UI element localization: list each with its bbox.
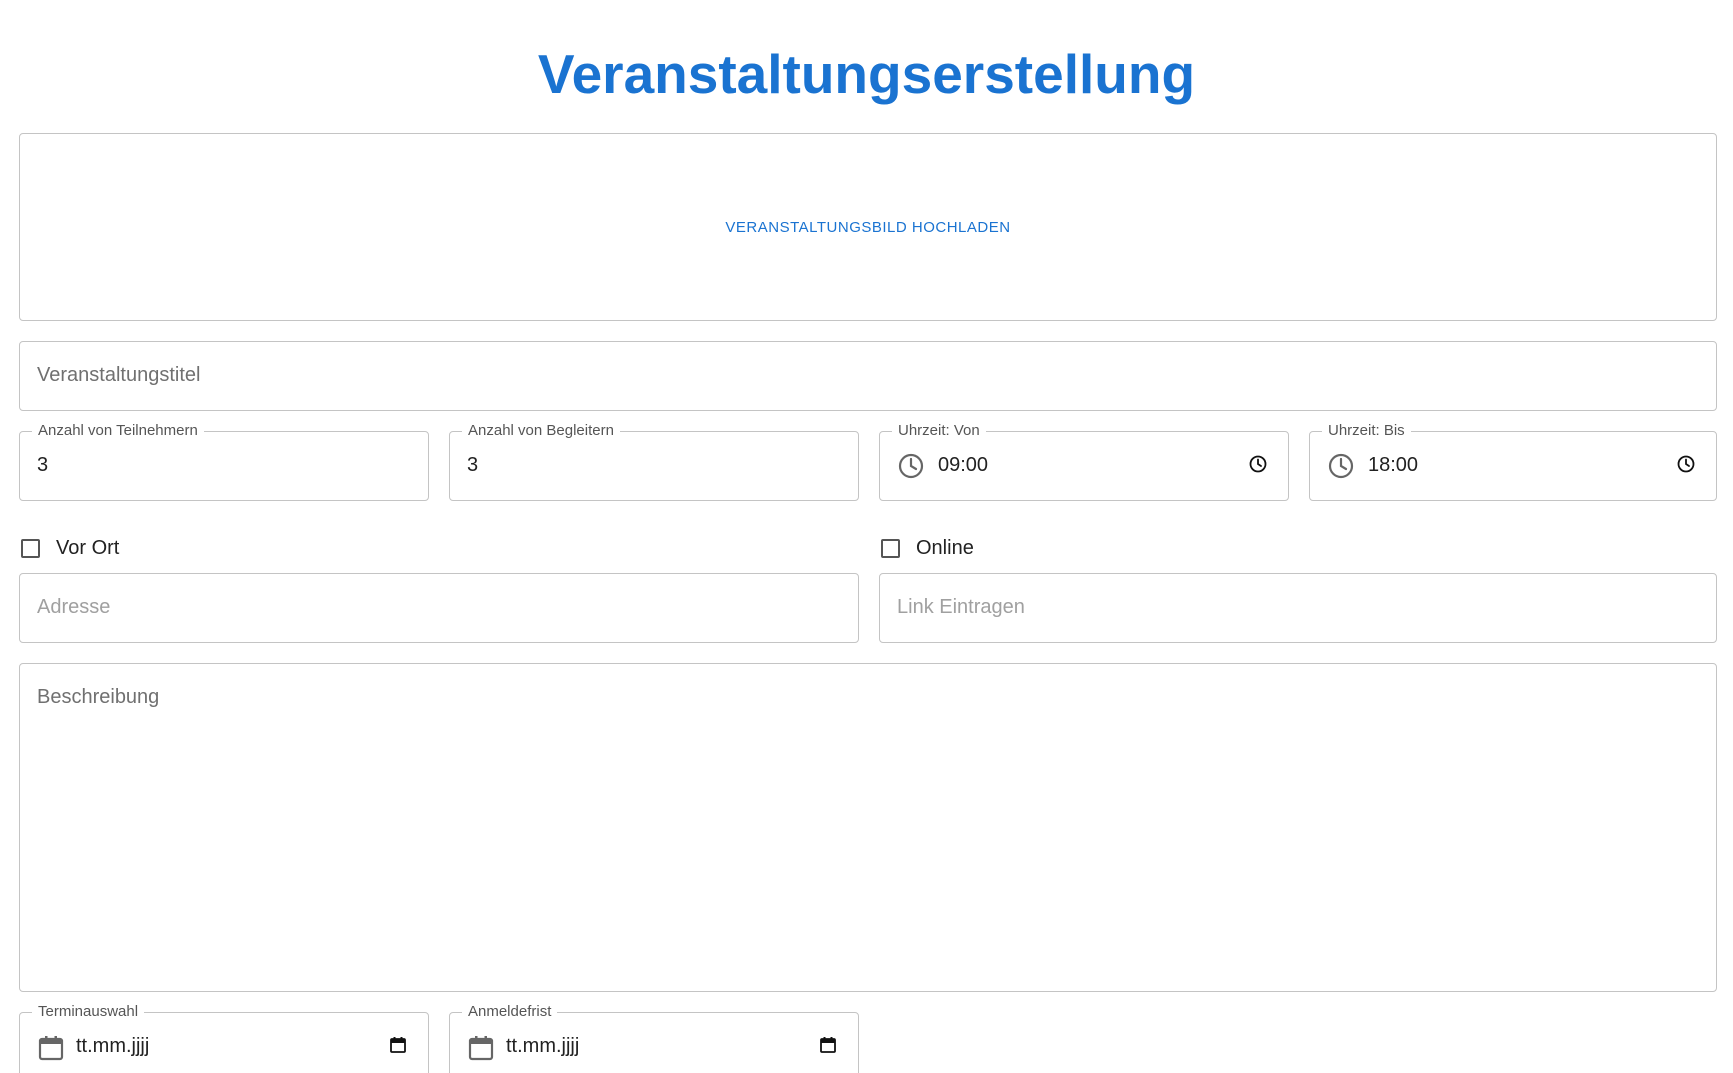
time-to-label: Uhrzeit: Bis	[1322, 422, 1411, 440]
link-field[interactable]: Link Eintragen	[879, 573, 1717, 643]
date-field[interactable]: Terminauswahl tt.mm.jjjj	[19, 1003, 429, 1073]
calendar-small-icon[interactable]	[818, 1035, 838, 1060]
upload-image-button[interactable]: VERANSTALTUNGSBILD HOCHLADEN	[19, 133, 1717, 321]
online-checkbox[interactable]	[881, 538, 900, 558]
time-to-field[interactable]: Uhrzeit: Bis 18:00	[1309, 422, 1717, 501]
online-label: Online	[916, 536, 974, 559]
companions-label: Anzahl von Begleitern	[462, 422, 620, 440]
address-placeholder: Adresse	[37, 596, 111, 618]
description-placeholder: Beschreibung	[37, 686, 160, 708]
companions-field[interactable]: Anzahl von Begleitern 3	[449, 422, 859, 501]
participants-value: 3	[37, 454, 49, 476]
page-title: Veranstaltungserstellung	[537, 43, 1196, 105]
calendar-icon[interactable]	[37, 1034, 65, 1067]
participants-field[interactable]: Anzahl von Teilnehmern 3	[19, 422, 429, 501]
deadline-value: tt.mm.jjjj	[506, 1035, 580, 1057]
time-from-label: Uhrzeit: Von	[892, 422, 986, 440]
deadline-label: Anmeldefrist	[462, 1003, 558, 1021]
calendar-icon[interactable]	[467, 1034, 495, 1067]
clock-icon[interactable]	[1327, 452, 1355, 485]
on-site-checkbox-row[interactable]: Vor Ort	[21, 533, 119, 563]
link-placeholder: Link Eintragen	[897, 596, 1025, 618]
online-checkbox-row[interactable]: Online	[881, 533, 974, 563]
calendar-small-icon[interactable]	[388, 1035, 408, 1060]
time-from-value: 09:00	[938, 454, 989, 476]
address-field[interactable]: Adresse	[19, 573, 859, 643]
time-from-field[interactable]: Uhrzeit: Von 09:00	[879, 422, 1289, 501]
clock-icon[interactable]	[897, 452, 925, 485]
clock-small-icon[interactable]	[1248, 454, 1268, 479]
clock-small-icon[interactable]	[1676, 454, 1696, 479]
description-textarea[interactable]: Beschreibung	[19, 663, 1717, 992]
time-to-value: 18:00	[1368, 454, 1419, 476]
date-value: tt.mm.jjjj	[76, 1035, 150, 1057]
event-creation-page: Veranstaltungserstellung VERANSTALTUNGSB…	[0, 0, 1733, 1073]
event-title-placeholder: Veranstaltungstitel	[37, 364, 201, 386]
upload-image-label: VERANSTALTUNGSBILD HOCHLADEN	[725, 218, 1011, 236]
participants-label: Anzahl von Teilnehmern	[32, 422, 204, 440]
date-label: Terminauswahl	[32, 1003, 145, 1021]
deadline-field[interactable]: Anmeldefrist tt.mm.jjjj	[449, 1003, 859, 1073]
on-site-label: Vor Ort	[56, 536, 120, 559]
event-title-field[interactable]: Veranstaltungstitel	[19, 341, 1717, 411]
on-site-checkbox[interactable]	[21, 538, 40, 558]
companions-value: 3	[467, 454, 479, 476]
